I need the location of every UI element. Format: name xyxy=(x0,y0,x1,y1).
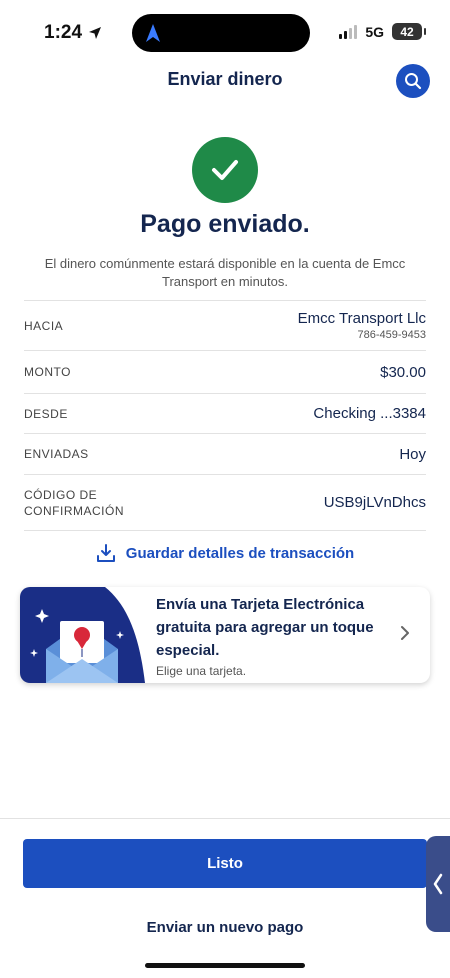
ecard-promo-card[interactable]: Envía una Tarjeta Electrónica gratuita p… xyxy=(20,587,430,683)
amount-value: $30.00 xyxy=(380,363,426,381)
detail-row-confirmation: CÓDIGO DE CONFIRMACIÓN USB9jLVnDhcs xyxy=(24,474,426,531)
recipient-name: Emcc Transport Llc xyxy=(297,310,426,327)
location-arrow-icon xyxy=(89,27,102,39)
save-transaction-details-link[interactable]: Guardar detalles de transacción xyxy=(0,543,450,563)
success-check-icon xyxy=(192,137,258,203)
from-label: DESDE xyxy=(24,406,68,421)
save-link-label: Guardar detalles de transacción xyxy=(125,544,355,562)
success-headline: Pago enviado. xyxy=(140,210,310,238)
chevron-right-icon xyxy=(401,626,409,640)
done-button[interactable]: Listo xyxy=(23,839,427,888)
battery-icon: 42 xyxy=(392,23,426,40)
from-account: Checking ...3384 xyxy=(313,405,426,422)
side-panel-tab[interactable] xyxy=(426,836,450,932)
status-time: 1:24 xyxy=(44,22,102,44)
status-bar: 1:24 5G 42 xyxy=(0,0,450,62)
signal-icon xyxy=(339,24,358,39)
bottom-divider xyxy=(0,818,450,819)
chevron-left-icon xyxy=(433,873,443,895)
to-label: HACIA xyxy=(24,318,64,333)
amount-label: MONTO xyxy=(24,365,71,379)
battery-level: 42 xyxy=(400,24,414,39)
status-indicators: 5G 42 xyxy=(339,23,426,40)
home-indicator[interactable] xyxy=(145,963,305,968)
promo-subtitle: Elige una tarjeta. xyxy=(156,664,247,678)
success-message: El dinero comúnmente estará disponible e… xyxy=(44,256,406,289)
recipient-phone: 786-459-9453 xyxy=(357,329,426,341)
detail-row-from: DESDE Checking ...3384 xyxy=(24,393,426,433)
send-new-payment-link[interactable]: Enviar un nuevo pago xyxy=(0,919,450,936)
search-icon xyxy=(405,73,422,90)
time-label: 1:24 xyxy=(44,22,83,43)
confirmation-label: CÓDIGO DE CONFIRMACIÓN xyxy=(24,487,124,518)
checkmark-icon xyxy=(212,160,238,180)
network-label: 5G xyxy=(365,23,384,40)
sent-date: Hoy xyxy=(399,445,426,463)
dynamic-island xyxy=(132,14,310,52)
envelope-illustration-icon xyxy=(20,587,145,683)
download-icon xyxy=(96,544,115,562)
search-button[interactable] xyxy=(396,64,430,98)
sent-label: ENVIADAS xyxy=(24,447,89,461)
detail-row-sent: ENVIADAS Hoy xyxy=(24,433,426,474)
detail-row-amount: MONTO $30.00 xyxy=(24,350,426,393)
page-title: Enviar dinero xyxy=(167,69,283,89)
confirmation-code: USB9jLVnDhcs xyxy=(323,494,426,511)
transaction-details: HACIA Emcc Transport Llc 786-459-9453 MO… xyxy=(24,300,426,531)
promo-title: Envía una Tarjeta Electrónica gratuita p… xyxy=(156,596,374,659)
detail-row-to: HACIA Emcc Transport Llc 786-459-9453 xyxy=(24,300,426,350)
navigation-arrow-icon xyxy=(146,24,160,42)
